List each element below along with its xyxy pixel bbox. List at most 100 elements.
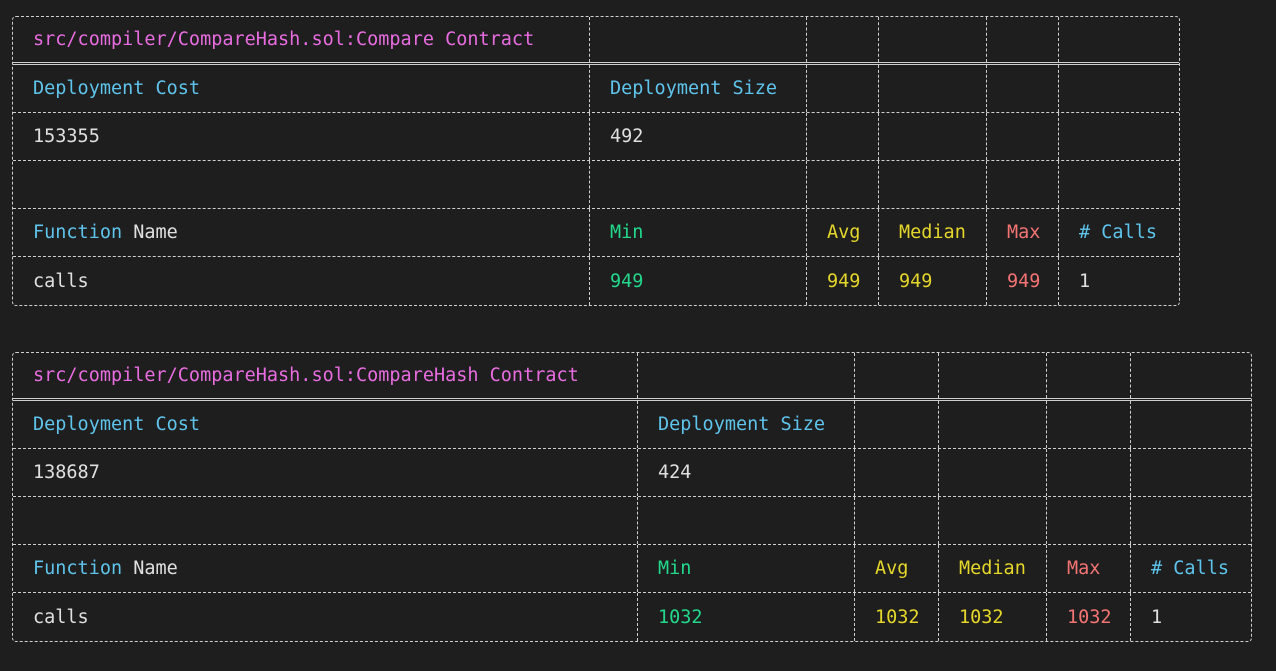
gas-report-table-compare: src/compiler/CompareHash.sol:Compare Con… (12, 16, 1180, 306)
empty-cell (986, 17, 1058, 62)
max-header: Max (1046, 545, 1130, 592)
empty-cell (878, 65, 986, 112)
empty-cell (878, 161, 986, 208)
empty-cell (637, 497, 854, 544)
median-header: Median (938, 545, 1046, 592)
empty-cell (878, 17, 986, 62)
empty-cell (1058, 161, 1178, 208)
function-name: calls (33, 270, 89, 292)
name-label: Name (133, 222, 178, 243)
empty-cell (1046, 449, 1130, 496)
min-label: Min (610, 222, 644, 243)
avg-cell: 1032 (854, 593, 938, 641)
median-header: Median (878, 209, 986, 256)
empty-cell (589, 161, 806, 208)
deployment-cost-label-cell: Deployment Cost (13, 401, 637, 448)
function-name-header: Function Name (13, 545, 637, 592)
gas-report-table-comparehash: src/compiler/CompareHash.sol:CompareHash… (12, 352, 1252, 642)
deployment-value-row: 138687 424 (13, 449, 1251, 497)
max-cell: 1032 (1046, 593, 1130, 641)
min-value: 1032 (658, 606, 703, 628)
empty-cell (1046, 353, 1130, 398)
median-cell: 1032 (938, 593, 1046, 641)
median-value: 949 (899, 270, 933, 292)
empty-cell (986, 161, 1058, 208)
max-label: Max (1007, 222, 1041, 243)
max-value: 1032 (1067, 606, 1112, 628)
empty-cell (1130, 449, 1250, 496)
empty-cell (854, 497, 938, 544)
empty-cell (1130, 353, 1250, 398)
avg-label: Avg (875, 558, 909, 579)
deployment-cost-label-cell: Deployment Cost (13, 65, 589, 112)
contract-title-cell: src/compiler/CompareHash.sol:Compare Con… (13, 17, 589, 62)
empty-cell (806, 17, 878, 62)
empty-cell (854, 353, 938, 398)
calls-value: 1 (1079, 270, 1091, 292)
deployment-label-row: Deployment Cost Deployment Size (13, 65, 1179, 113)
contract-title: src/compiler/CompareHash.sol:CompareHash… (33, 365, 579, 386)
function-name-header: Function Name (13, 209, 589, 256)
empty-cell (806, 65, 878, 112)
calls-label: # Calls (1151, 558, 1229, 579)
empty-cell (938, 449, 1046, 496)
max-header: Max (986, 209, 1058, 256)
calls-cell: 1 (1130, 593, 1250, 641)
avg-label: Avg (827, 222, 861, 243)
empty-cell (1058, 17, 1178, 62)
min-label: Min (658, 558, 692, 579)
empty-cell (1130, 497, 1250, 544)
deployment-cost-cell: 153355 (13, 113, 589, 160)
deployment-size-value: 492 (610, 126, 644, 147)
function-row: calls 949 949 949 949 1 (13, 257, 1179, 305)
contract-title-cell: src/compiler/CompareHash.sol:CompareHash… (13, 353, 637, 398)
median-label: Median (899, 222, 966, 243)
function-label: Function (33, 222, 123, 243)
contract-header-row: src/compiler/CompareHash.sol:Compare Con… (13, 17, 1179, 65)
empty-cell (589, 17, 806, 62)
max-label: Max (1067, 558, 1101, 579)
calls-cell: 1 (1058, 257, 1178, 305)
spacer-row (13, 497, 1251, 545)
deployment-size-cell: 424 (637, 449, 854, 496)
function-header-row: Function Name Min Avg Median Max # Calls (13, 209, 1179, 257)
deployment-size-label: Deployment Size (658, 414, 826, 435)
empty-cell (938, 497, 1046, 544)
deployment-size-label: Deployment Size (610, 78, 778, 99)
deployment-cost-label: Deployment Cost (33, 414, 201, 435)
min-value: 949 (610, 270, 644, 292)
max-cell: 949 (986, 257, 1058, 305)
deployment-value-row: 153355 492 (13, 113, 1179, 161)
deployment-size-label-cell: Deployment Size (637, 401, 854, 448)
deployment-size-cell: 492 (589, 113, 806, 160)
min-header: Min (589, 209, 806, 256)
median-value: 1032 (959, 606, 1004, 628)
median-label: Median (959, 558, 1026, 579)
empty-cell (1130, 401, 1250, 448)
spacer-row (13, 161, 1179, 209)
empty-cell (986, 65, 1058, 112)
deployment-cost-cell: 138687 (13, 449, 637, 496)
empty-cell (986, 113, 1058, 160)
calls-header: # Calls (1130, 545, 1250, 592)
function-name: calls (33, 606, 89, 628)
contract-header-row: src/compiler/CompareHash.sol:CompareHash… (13, 353, 1251, 401)
empty-cell (13, 161, 589, 208)
calls-label: # Calls (1079, 222, 1157, 243)
min-cell: 949 (589, 257, 806, 305)
deployment-cost-value: 138687 (33, 462, 100, 483)
contract-title: src/compiler/CompareHash.sol:Compare Con… (33, 29, 535, 50)
empty-cell (1058, 65, 1178, 112)
avg-value: 949 (827, 270, 861, 292)
empty-cell (1046, 497, 1130, 544)
deployment-cost-value: 153355 (33, 126, 100, 147)
min-cell: 1032 (637, 593, 854, 641)
empty-cell (878, 113, 986, 160)
empty-cell (854, 401, 938, 448)
terminal-window: src/compiler/CompareHash.sol:Compare Con… (0, 0, 1276, 671)
name-label: Name (133, 558, 178, 579)
function-label: Function (33, 558, 123, 579)
max-value: 949 (1007, 270, 1041, 292)
function-header-row: Function Name Min Avg Median Max # Calls (13, 545, 1251, 593)
empty-cell (806, 113, 878, 160)
